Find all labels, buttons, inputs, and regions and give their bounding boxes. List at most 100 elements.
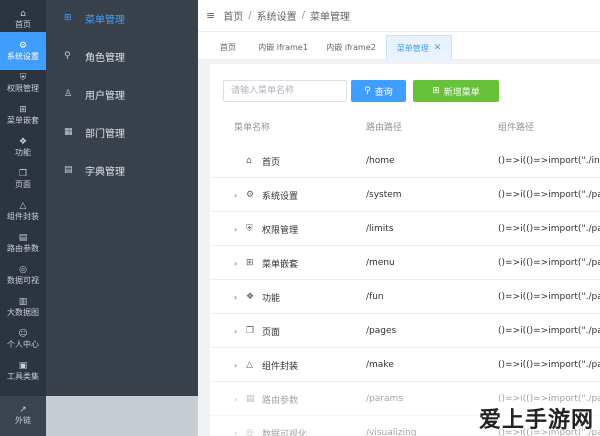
row-component-path: ()=>i(()=>import("./pare... xyxy=(498,190,600,200)
submenu-item-label: 部门管理 xyxy=(85,128,125,140)
table-row[interactable]: › △ 组件封装 /make ()=>i(()=>import("./pare.… xyxy=(210,348,600,382)
row-menu-name: 路由参数 xyxy=(262,395,299,406)
home-icon: ⌂ xyxy=(246,156,252,166)
row-menu-name: 权限管理 xyxy=(262,225,299,236)
tab-iframe1[interactable]: 内嵌 iframe1 xyxy=(254,37,312,57)
breadcrumb-separator: / xyxy=(301,10,305,21)
column-header-route-path: 路由路径 xyxy=(366,123,403,133)
triangle-icon: △ xyxy=(19,200,27,211)
row-component-path: ()=>i(()=>import("./pare... xyxy=(498,326,600,336)
query-button[interactable]: ⚲ 查询 xyxy=(351,80,406,102)
submenu-item-department-management[interactable]: ▦ 部门管理 xyxy=(46,114,198,150)
copy-icon: ❐ xyxy=(18,168,28,179)
breadcrumb-separator: / xyxy=(248,10,252,21)
expand-icon[interactable]: › xyxy=(234,416,237,436)
breadcrumb-home[interactable]: 首页 xyxy=(223,8,243,23)
breadcrumb-current: 菜单管理 xyxy=(309,12,350,23)
grid-icon: ⊞ xyxy=(64,13,72,23)
row-route-path: /system xyxy=(366,190,402,200)
row-menu-name: 首页 xyxy=(262,157,281,168)
shield-icon: ⛨ xyxy=(19,72,27,83)
rail-item-label: 权限管理 xyxy=(7,83,39,93)
row-menu-name: 页面 xyxy=(262,327,281,338)
grid-icon: ⊞ xyxy=(19,104,27,115)
search-icon: ⚲ xyxy=(364,86,371,96)
row-menu-name: 组件封装 xyxy=(262,361,299,372)
user-icon: ☺ xyxy=(18,328,28,339)
row-route-path: /fun xyxy=(366,292,384,302)
rail-item-label: 菜单嵌套 xyxy=(7,115,39,125)
table-row[interactable]: ⌂ 首页 /home ()=>i(()=>import("./inde... xyxy=(210,144,600,178)
list-icon: ▤ xyxy=(246,394,255,404)
rail-item-label: 路由参数 xyxy=(7,243,39,253)
row-component-path: ()=>i(()=>import("./inde... xyxy=(498,156,600,166)
column-header-menu-name: 菜单名称 xyxy=(234,123,271,133)
toolbox-icon: ▣ xyxy=(18,360,28,371)
table-row[interactable]: › ⚙ 系统设置 /system ()=>i(()=>import("./par… xyxy=(210,178,600,212)
external-link-icon: ↗ xyxy=(19,404,27,415)
submenu-item-label: 角色管理 xyxy=(85,52,125,64)
cube-icon: ❖ xyxy=(246,292,255,302)
submenu-item-label: 菜单管理 xyxy=(85,14,125,26)
expand-icon[interactable]: › xyxy=(234,246,237,280)
tab-label: 内嵌 iframe2 xyxy=(326,42,376,52)
menu-toggle-icon[interactable]: ≡ xyxy=(206,9,215,22)
rail-item-tools[interactable]: ▣ 工具类集 xyxy=(0,352,46,390)
table-row[interactable]: › ⊞ 菜单嵌套 /menu ()=>i(()=>import("./pare.… xyxy=(210,246,600,280)
menu-name-search-input[interactable] xyxy=(223,80,347,102)
submenu-footer xyxy=(46,396,198,436)
expand-icon[interactable]: › xyxy=(234,178,237,212)
row-route-path: /home xyxy=(366,156,395,166)
shield-icon: ⛨ xyxy=(246,224,253,234)
dictionary-icon: ▤ xyxy=(64,165,73,175)
site-watermark-logo: 爱上手游网 xyxy=(478,408,594,433)
tab-menu-management[interactable]: 菜单管理 ✕ xyxy=(386,35,452,60)
rail-item-label: 大数据图 xyxy=(7,307,39,317)
submenu-item-label: 字典管理 xyxy=(85,166,125,178)
submenu-item-menu-management[interactable]: ⊞ 菜单管理 xyxy=(46,0,198,36)
expand-icon[interactable]: › xyxy=(234,212,237,246)
tab-iframe2[interactable]: 内嵌 iframe2 xyxy=(322,37,380,57)
row-menu-name: 系统设置 xyxy=(262,191,299,202)
rail-item-label: 组件封装 xyxy=(7,211,39,221)
row-menu-name: 功能 xyxy=(262,293,281,304)
tab-label: 首页 xyxy=(220,42,236,52)
add-icon: ⊞ xyxy=(432,86,440,96)
breadcrumb-system[interactable]: 系统设置 xyxy=(257,8,297,23)
expand-icon[interactable]: › xyxy=(234,314,237,348)
chart-circle-icon: ◎ xyxy=(19,264,27,275)
add-menu-button[interactable]: ⊞ 新增菜单 xyxy=(413,80,499,102)
row-route-path: /pages xyxy=(366,326,397,336)
expand-icon[interactable]: › xyxy=(234,382,237,416)
query-button-label: 查询 xyxy=(374,87,393,98)
submenu-panel: ⊞ 菜单管理 ⚲ 角色管理 ♙ 用户管理 ▦ 部门管理 ▤ 字典管理 xyxy=(46,0,198,436)
table-row[interactable]: › ⛨ 权限管理 /limits ()=>i(()=>import("./par… xyxy=(210,212,600,246)
role-icon: ⚲ xyxy=(64,51,71,61)
list-icon: ▤ xyxy=(18,232,28,243)
building-icon: ▦ xyxy=(64,127,73,137)
rail-item-label: 系统设置 xyxy=(7,51,39,61)
tab-home[interactable]: 首页 xyxy=(212,37,244,57)
triangle-icon: △ xyxy=(246,360,253,370)
row-component-path: ()=>i(()=>import("./pare... xyxy=(498,292,600,302)
rail-item-external-link[interactable]: ↗ 外链 xyxy=(0,396,46,434)
expand-icon[interactable]: › xyxy=(234,280,237,314)
table-row[interactable]: › ❖ 功能 /fun ()=>i(()=>import("./pare... xyxy=(210,280,600,314)
close-icon[interactable]: ✕ xyxy=(434,43,442,53)
row-component-path: ()=>i(()=>import("./pare... xyxy=(498,258,600,268)
rail-item-label: 个人中心 xyxy=(7,339,39,349)
row-component-path: ()=>i(()=>import("./pare... xyxy=(498,360,600,370)
rail-item-label: 数据可视 xyxy=(7,275,39,285)
rail-item-label: 外链 xyxy=(15,415,31,425)
grid-icon: ⊞ xyxy=(246,258,254,268)
expand-icon[interactable]: › xyxy=(234,348,237,382)
rail-item-label: 页面 xyxy=(15,179,31,189)
menu-table-card: ⚲ 查询 ⊞ 新增菜单 菜单名称 路由路径 组件路径 ⌂ 首页 /home ()… xyxy=(210,64,600,436)
table-row[interactable]: › ❐ 页面 /pages ()=>i(()=>import("./pare..… xyxy=(210,314,600,348)
submenu-item-user-management[interactable]: ♙ 用户管理 xyxy=(46,76,198,112)
submenu-item-label: 用户管理 xyxy=(85,90,125,102)
icon-rail: ⌂ 首页 ⚙ 系统设置 ⛨ 权限管理 ⊞ 菜单嵌套 ❖ 功能 ❐ 页面 △ 组件… xyxy=(0,0,46,436)
submenu-item-dictionary-management[interactable]: ▤ 字典管理 xyxy=(46,152,198,188)
bar-chart-icon: ▥ xyxy=(18,296,28,307)
submenu-item-role-management[interactable]: ⚲ 角色管理 xyxy=(46,38,198,74)
